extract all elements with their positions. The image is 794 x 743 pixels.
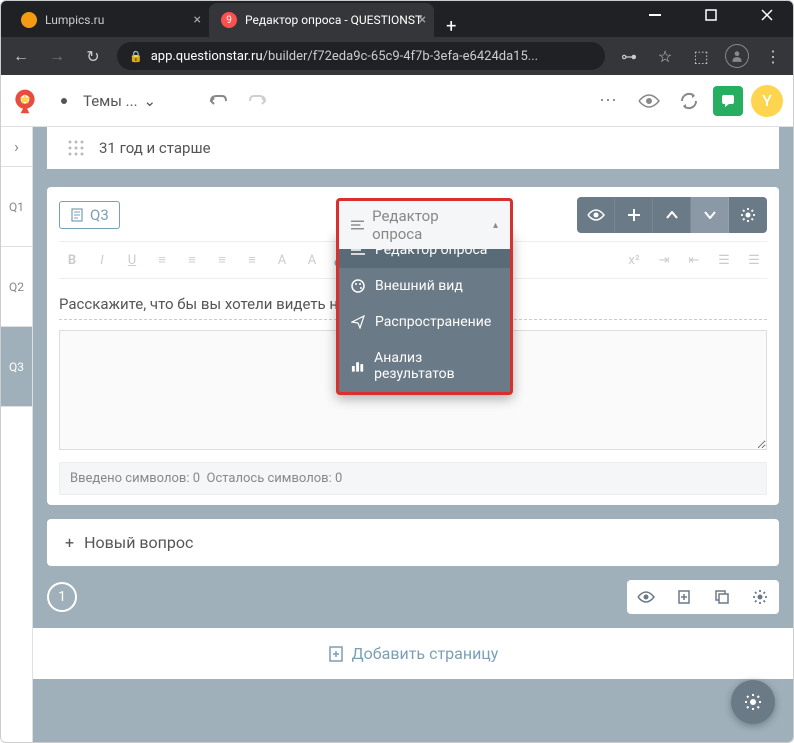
plus-icon: + [65,533,74,552]
add-page-icon [328,645,344,663]
browser-tab[interactable]: 9 Редактор опроса - QUESTIONST × [209,3,434,37]
question-sidebar: › Q1 Q2 Q3 [1,127,33,742]
new-question-button[interactable]: + Новый вопрос [47,519,779,566]
align-center-button[interactable]: ≡ [179,248,205,272]
extensions-icon[interactable]: ⬚ [689,47,713,66]
page-settings-button[interactable] [741,580,779,614]
editor-icon [351,219,364,231]
mode-dropdown-trigger[interactable]: Редактор опроса ▴ [336,198,513,249]
chevron-up-icon: ▴ [493,220,498,231]
page-copy-button[interactable] [703,580,741,614]
themes-dropdown[interactable]: Темы ... ⌄ [83,92,156,110]
move-down-action[interactable] [691,197,729,233]
bold-button[interactable]: B [59,248,85,272]
align-left-button[interactable]: ≡ [149,248,175,272]
drag-handle-icon[interactable] [67,139,85,157]
more-button[interactable]: ⋯ [591,90,625,111]
card-actions [577,197,767,233]
url-field[interactable]: 🔒 app.questionstar.ru/builder/f72eda9c-6… [117,42,605,70]
back-button[interactable]: ← [9,46,33,66]
app-toolbar: Темы ... ⌄ ⋯ Y [1,75,793,127]
outdent-button[interactable]: ⇤ [681,248,707,272]
app-content: Темы ... ⌄ ⋯ Y › Q1 Q2 Q3 31 [1,75,793,742]
page-preview-button[interactable] [627,580,665,614]
close-window-button[interactable] [749,0,785,30]
fab-settings[interactable] [731,680,775,724]
undo-button[interactable] [202,85,234,117]
preview-action[interactable] [577,197,615,233]
favicon: 9 [221,12,237,28]
forward-button[interactable]: → [45,46,69,66]
send-icon [351,315,365,329]
font-button[interactable]: A [269,248,295,272]
add-page-button[interactable]: Добавить страницу [33,628,793,679]
char-counter: Введено символов: 0 Осталось символов: 0 [59,462,767,495]
lock-icon: 🔒 [129,50,143,63]
favicon [21,12,37,28]
new-tab-button[interactable]: + [434,16,468,37]
sidebar-tab-q3[interactable]: Q3 [1,327,32,407]
chevron-down-icon: ⌄ [144,92,157,110]
url-path: /builder/f72eda9c-65c9-4f7b-3efa-e6424da… [263,49,538,64]
page-footer: 1 [47,576,779,628]
dropdown-item-analysis[interactable]: Анализ результатов [339,340,510,392]
reload-button[interactable]: ↻ [81,47,105,66]
chat-button[interactable] [713,86,743,116]
indent-button[interactable]: ⇥ [651,248,677,272]
redo-button[interactable] [242,85,274,117]
chart-icon [351,360,364,372]
sidebar-tab-q2[interactable]: Q2 [1,247,32,327]
maximize-button[interactable] [693,0,729,30]
page-add-button[interactable] [665,580,703,614]
numbered-list-button[interactable]: ☰ [741,248,767,272]
subscript-button[interactable]: x² [621,248,647,272]
dropdown-item-distribution[interactable]: Распространение [339,304,510,340]
page-actions [627,580,779,614]
app-logo [11,87,39,115]
close-icon[interactable]: × [419,12,426,28]
option-row[interactable]: 31 год и старше [47,127,779,169]
mode-dropdown-menu: Редактор опроса Внешний вид Распростране… [336,232,513,395]
option-text: 31 год и старше [99,139,211,157]
menu-icon[interactable]: ⋮ [761,47,785,66]
list-button[interactable]: ☰ [711,248,737,272]
expand-sidebar-button[interactable]: › [1,127,32,167]
italic-button[interactable]: I [89,248,115,272]
page-icon [70,208,84,222]
sync-button[interactable] [673,85,705,117]
add-action[interactable] [615,197,653,233]
bullet-icon [61,98,67,104]
url-domain: app.questionstar.ru [151,49,263,64]
tab-title: Lumpics.ru [45,13,104,27]
key-icon[interactable]: ⊶ [617,47,641,66]
profile-icon[interactable] [725,44,749,68]
settings-action[interactable] [729,197,767,233]
minimize-button[interactable] [637,0,673,30]
sidebar-tab-q1[interactable]: Q1 [1,167,32,247]
question-badge[interactable]: Q3 [59,201,120,229]
page-number[interactable]: 1 [47,582,77,612]
browser-tab[interactable]: Lumpics.ru × [9,3,209,37]
underline-button[interactable]: U [119,248,145,272]
align-right-button[interactable]: ≡ [209,248,235,272]
address-bar: ← → ↻ 🔒 app.questionstar.ru/builder/f72e… [1,37,793,75]
move-up-action[interactable] [653,197,691,233]
browser-tabs: Lumpics.ru × 9 Редактор опроса - QUESTIO… [1,1,793,37]
palette-icon [351,279,365,293]
color-button[interactable]: A [299,248,325,272]
tab-title: Редактор опроса - QUESTIONST [245,13,422,27]
preview-button[interactable] [633,85,665,117]
user-avatar[interactable]: Y [751,85,783,117]
close-icon[interactable]: × [194,12,201,28]
align-justify-button[interactable]: ≡ [239,248,265,272]
themes-label: Темы ... [83,92,138,110]
dropdown-item-appearance[interactable]: Внешний вид [339,268,510,304]
star-icon[interactable]: ☆ [653,47,677,66]
